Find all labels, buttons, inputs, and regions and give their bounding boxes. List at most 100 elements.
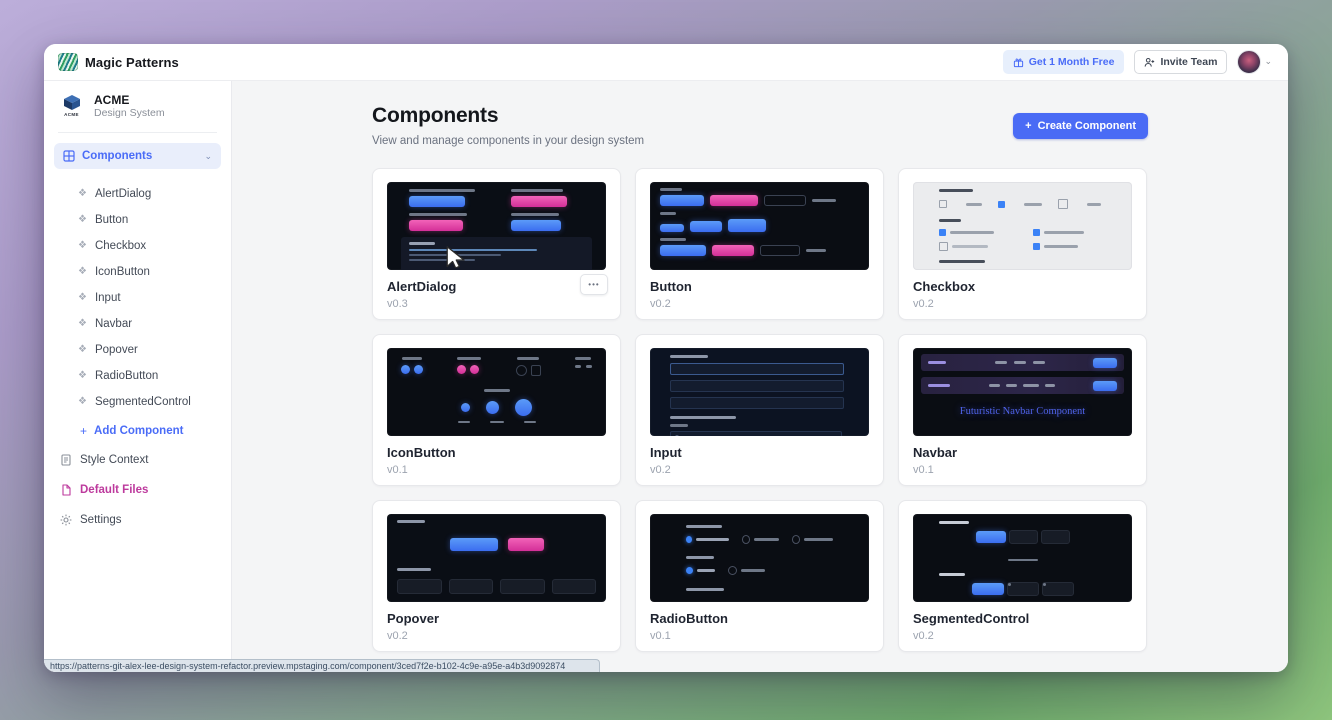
thumb-decoration	[486, 401, 499, 414]
sidebar-item-components[interactable]: Components ⌄	[54, 143, 221, 169]
component-card-iconbutton[interactable]: IconButton v0.1	[372, 334, 621, 486]
sidebar-item-checkbox[interactable]: ❖ Checkbox	[44, 233, 231, 259]
component-card-segmentedcontrol[interactable]: SegmentedControl v0.2	[898, 500, 1147, 652]
thumb-decoration	[575, 357, 592, 376]
thumb-decoration	[457, 365, 466, 374]
thumb-decoration	[458, 421, 470, 423]
thumb-decoration	[387, 421, 606, 423]
sidebar-item-navbar[interactable]: ❖ Navbar	[44, 311, 231, 337]
gear-icon	[60, 514, 72, 526]
component-thumbnail	[387, 348, 606, 436]
thumb-decoration	[524, 421, 536, 423]
thumb-decoration	[450, 538, 498, 551]
sidebar-item-button[interactable]: ❖ Button	[44, 207, 231, 233]
component-version: v0.3	[387, 298, 606, 310]
component-version: v0.2	[913, 630, 1132, 642]
sidebar-component-label: Popover	[95, 344, 138, 356]
component-version: v0.1	[650, 630, 869, 642]
thumb-decoration	[1008, 559, 1038, 561]
thumb-decoration	[690, 221, 722, 232]
create-component-button[interactable]: + Create Component	[1013, 113, 1148, 139]
invite-user-icon	[1144, 57, 1155, 68]
sidebar-item-iconbutton[interactable]: ❖ IconButton	[44, 259, 231, 285]
add-component-button[interactable]: + Add Component	[44, 418, 231, 444]
component-card-navbar[interactable]: Futuristic Navbar Component Navbar v0.1	[898, 334, 1147, 486]
chevron-down-icon: ⌄	[204, 151, 212, 162]
thumb-decoration	[516, 365, 527, 376]
thumb-decoration	[401, 365, 423, 374]
sidebar-item-alertdialog[interactable]: ❖ AlertDialog	[44, 181, 231, 207]
component-card-button[interactable]: Button v0.2	[635, 168, 884, 320]
thumb-decoration	[409, 189, 475, 192]
sidebar-item-popover[interactable]: ❖ Popover	[44, 337, 231, 363]
component-card-radiobutton[interactable]: RadioButton v0.1	[635, 500, 884, 652]
thumb-decoration	[1045, 384, 1055, 387]
component-diamond-icon: ❖	[78, 371, 87, 381]
thumb-decoration	[939, 521, 969, 524]
sidebar-item-segmentedcontrol[interactable]: ❖ SegmentedControl	[44, 389, 231, 415]
component-card-popover[interactable]: Popover v0.2	[372, 500, 621, 652]
component-card-input[interactable]: Input v0.2	[635, 334, 884, 486]
thumb-decoration	[484, 389, 510, 392]
sidebar-item-input[interactable]: ❖ Input	[44, 285, 231, 311]
app-logo[interactable]: Magic Patterns	[44, 53, 232, 71]
thumb-decoration	[670, 431, 842, 436]
thumb-decoration	[939, 530, 1106, 544]
invite-team-label: Invite Team	[1160, 56, 1217, 68]
component-name: RadioButton	[650, 611, 869, 627]
component-card-alertdialog[interactable]: AlertDialog v0.3 •••	[372, 168, 621, 320]
component-name: IconButton	[387, 445, 606, 461]
sidebar-component-label: SegmentedControl	[95, 396, 191, 408]
thumb-decoration	[1007, 582, 1039, 596]
user-menu[interactable]: ⌄	[1237, 50, 1272, 74]
invite-team-button[interactable]: Invite Team	[1134, 50, 1227, 74]
thumb-decoration	[409, 220, 463, 231]
workspace-switcher[interactable]: ACME ACME Design System	[44, 80, 231, 132]
thumb-decoration	[1093, 358, 1117, 368]
sidebar-item-radiobutton[interactable]: ❖ RadioButton	[44, 363, 231, 389]
thumb-decoration	[511, 189, 585, 207]
sidebar-item-settings[interactable]: Settings	[44, 506, 231, 534]
sidebar-item-default-files[interactable]: Default Files	[44, 476, 231, 504]
navbar-thumb-title: Futuristic Navbar Component	[921, 406, 1124, 417]
thumb-decoration	[650, 514, 869, 602]
thumb-decoration	[998, 201, 1005, 208]
thumb-decoration	[511, 196, 567, 207]
thumb-decoration	[449, 579, 494, 594]
thumb-decoration	[1058, 199, 1068, 209]
thumb-decoration	[516, 357, 541, 376]
thumb-decoration	[387, 514, 606, 600]
thumb-decoration	[552, 579, 597, 594]
thumb-decoration	[660, 224, 684, 232]
sidebar-components-list: ❖ AlertDialog ❖ Button ❖ Checkbox ❖ Icon…	[44, 177, 231, 415]
thumb-decoration	[686, 556, 714, 559]
thumb-decoration	[939, 242, 1013, 251]
thumb-decoration	[531, 365, 541, 376]
thumb-decoration	[754, 538, 779, 541]
get-month-free-button[interactable]: Get 1 Month Free	[1003, 50, 1125, 74]
component-thumbnail	[650, 182, 869, 270]
thumb-decoration	[939, 229, 946, 236]
workspace-type: Design System	[94, 107, 165, 121]
card-more-menu-button[interactable]: •••	[580, 274, 608, 295]
thumb-decoration	[913, 182, 1132, 270]
thumb-decoration	[792, 535, 800, 544]
component-thumbnail	[913, 182, 1132, 270]
thumb-decoration	[966, 203, 982, 206]
sidebar-item-style-context[interactable]: Style Context	[44, 446, 231, 474]
thumb-decoration	[921, 354, 1124, 371]
thumb-decoration	[675, 435, 679, 437]
thumb-decoration	[401, 237, 592, 270]
link-preview-statusbar: https://patterns-git-alex-lee-design-sys…	[44, 659, 600, 672]
sidebar-component-label: Button	[95, 214, 128, 226]
thumb-decoration	[387, 348, 606, 376]
thumb-decoration	[387, 399, 606, 416]
file-icon	[60, 484, 72, 496]
thumb-decoration	[812, 199, 836, 202]
thumb-decoration	[972, 583, 1004, 595]
thumb-decoration	[804, 538, 833, 541]
thumb-decoration	[575, 365, 592, 368]
component-card-checkbox[interactable]: Checkbox v0.2	[898, 168, 1147, 320]
component-thumbnail	[387, 182, 606, 270]
thumb-decoration	[928, 384, 950, 387]
